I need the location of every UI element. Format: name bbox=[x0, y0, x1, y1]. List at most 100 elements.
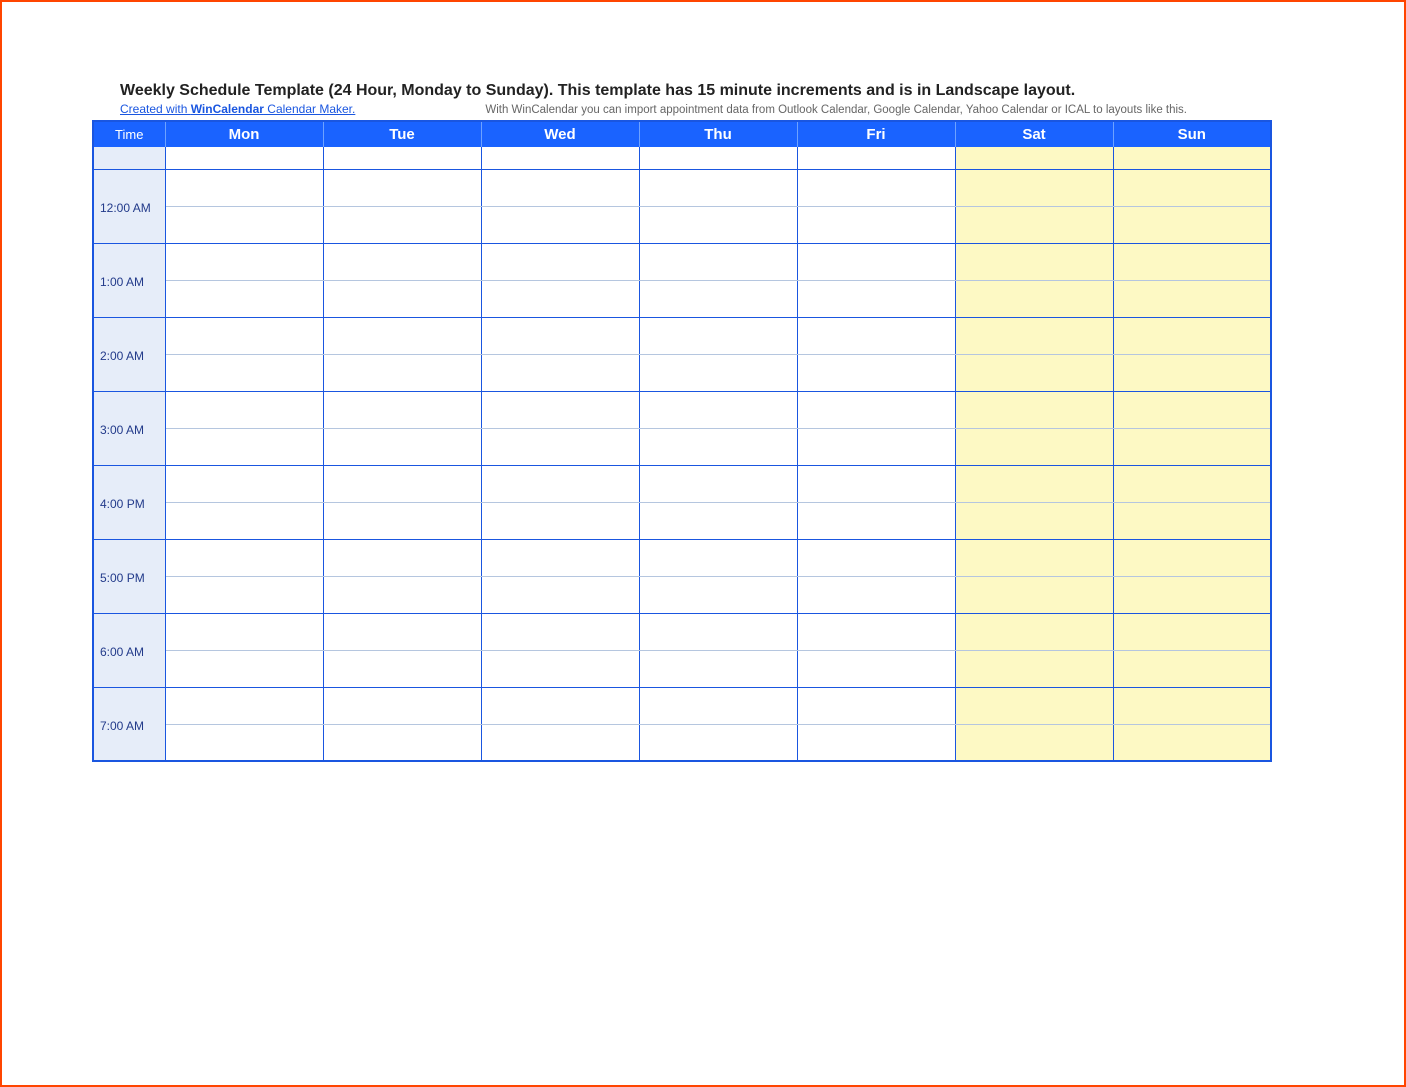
schedule-cell[interactable] bbox=[797, 576, 955, 613]
schedule-cell[interactable] bbox=[165, 687, 323, 724]
schedule-cell[interactable] bbox=[639, 539, 797, 576]
schedule-cell[interactable] bbox=[639, 576, 797, 613]
schedule-cell[interactable] bbox=[797, 502, 955, 539]
schedule-cell[interactable] bbox=[323, 613, 481, 650]
schedule-cell[interactable] bbox=[323, 576, 481, 613]
schedule-cell[interactable] bbox=[1113, 147, 1271, 169]
schedule-cell[interactable] bbox=[639, 687, 797, 724]
schedule-cell[interactable] bbox=[165, 539, 323, 576]
schedule-cell[interactable] bbox=[323, 243, 481, 280]
schedule-cell[interactable] bbox=[955, 465, 1113, 502]
schedule-cell[interactable] bbox=[639, 613, 797, 650]
schedule-cell[interactable] bbox=[955, 576, 1113, 613]
schedule-cell[interactable] bbox=[797, 206, 955, 243]
schedule-cell[interactable] bbox=[481, 206, 639, 243]
creator-link[interactable]: Created with WinCalendar Calendar Maker. bbox=[120, 102, 355, 116]
schedule-cell[interactable] bbox=[165, 243, 323, 280]
schedule-cell[interactable] bbox=[639, 465, 797, 502]
schedule-cell[interactable] bbox=[481, 502, 639, 539]
schedule-cell[interactable] bbox=[165, 465, 323, 502]
schedule-cell[interactable] bbox=[323, 206, 481, 243]
schedule-cell[interactable] bbox=[481, 465, 639, 502]
schedule-cell[interactable] bbox=[1113, 280, 1271, 317]
schedule-cell[interactable] bbox=[955, 147, 1113, 169]
schedule-cell[interactable] bbox=[639, 354, 797, 391]
schedule-cell[interactable] bbox=[639, 724, 797, 761]
schedule-cell[interactable] bbox=[481, 687, 639, 724]
schedule-cell[interactable] bbox=[165, 576, 323, 613]
schedule-cell[interactable] bbox=[323, 687, 481, 724]
schedule-cell[interactable] bbox=[165, 354, 323, 391]
schedule-cell[interactable] bbox=[797, 354, 955, 391]
schedule-cell[interactable] bbox=[323, 650, 481, 687]
schedule-cell[interactable] bbox=[481, 280, 639, 317]
schedule-cell[interactable] bbox=[797, 391, 955, 428]
schedule-cell[interactable] bbox=[165, 169, 323, 206]
schedule-cell[interactable] bbox=[1113, 243, 1271, 280]
schedule-cell[interactable] bbox=[1113, 687, 1271, 724]
schedule-cell[interactable] bbox=[481, 428, 639, 465]
schedule-cell[interactable] bbox=[955, 280, 1113, 317]
schedule-cell[interactable] bbox=[955, 724, 1113, 761]
schedule-cell[interactable] bbox=[1113, 354, 1271, 391]
schedule-cell[interactable] bbox=[323, 354, 481, 391]
schedule-cell[interactable] bbox=[955, 650, 1113, 687]
schedule-cell[interactable] bbox=[165, 428, 323, 465]
schedule-cell[interactable] bbox=[1113, 576, 1271, 613]
schedule-cell[interactable] bbox=[955, 317, 1113, 354]
schedule-cell[interactable] bbox=[639, 147, 797, 169]
schedule-cell[interactable] bbox=[797, 539, 955, 576]
schedule-cell[interactable] bbox=[955, 428, 1113, 465]
schedule-cell[interactable] bbox=[165, 280, 323, 317]
schedule-cell[interactable] bbox=[1113, 502, 1271, 539]
schedule-cell[interactable] bbox=[797, 465, 955, 502]
schedule-cell[interactable] bbox=[323, 502, 481, 539]
schedule-cell[interactable] bbox=[797, 280, 955, 317]
schedule-cell[interactable] bbox=[481, 317, 639, 354]
schedule-cell[interactable] bbox=[323, 280, 481, 317]
schedule-cell[interactable] bbox=[481, 724, 639, 761]
schedule-cell[interactable] bbox=[955, 391, 1113, 428]
schedule-cell[interactable] bbox=[1113, 724, 1271, 761]
schedule-cell[interactable] bbox=[1113, 391, 1271, 428]
schedule-cell[interactable] bbox=[481, 147, 639, 169]
schedule-cell[interactable] bbox=[797, 243, 955, 280]
schedule-cell[interactable] bbox=[955, 502, 1113, 539]
schedule-cell[interactable] bbox=[639, 502, 797, 539]
schedule-cell[interactable] bbox=[323, 428, 481, 465]
schedule-cell[interactable] bbox=[955, 539, 1113, 576]
schedule-cell[interactable] bbox=[955, 206, 1113, 243]
schedule-cell[interactable] bbox=[481, 650, 639, 687]
schedule-cell[interactable] bbox=[323, 391, 481, 428]
schedule-cell[interactable] bbox=[955, 243, 1113, 280]
schedule-cell[interactable] bbox=[797, 724, 955, 761]
schedule-cell[interactable] bbox=[639, 317, 797, 354]
schedule-cell[interactable] bbox=[955, 613, 1113, 650]
schedule-cell[interactable] bbox=[1113, 650, 1271, 687]
schedule-cell[interactable] bbox=[1113, 428, 1271, 465]
schedule-cell[interactable] bbox=[955, 687, 1113, 724]
schedule-cell[interactable] bbox=[165, 147, 323, 169]
schedule-cell[interactable] bbox=[639, 206, 797, 243]
schedule-cell[interactable] bbox=[639, 650, 797, 687]
schedule-cell[interactable] bbox=[481, 243, 639, 280]
schedule-cell[interactable] bbox=[797, 169, 955, 206]
schedule-cell[interactable] bbox=[481, 539, 639, 576]
schedule-cell[interactable] bbox=[165, 613, 323, 650]
schedule-cell[interactable] bbox=[1113, 465, 1271, 502]
schedule-cell[interactable] bbox=[165, 206, 323, 243]
schedule-cell[interactable] bbox=[323, 169, 481, 206]
schedule-cell[interactable] bbox=[639, 428, 797, 465]
schedule-cell[interactable] bbox=[639, 280, 797, 317]
schedule-cell[interactable] bbox=[1113, 613, 1271, 650]
schedule-cell[interactable] bbox=[797, 650, 955, 687]
schedule-cell[interactable] bbox=[639, 243, 797, 280]
schedule-cell[interactable] bbox=[797, 428, 955, 465]
schedule-cell[interactable] bbox=[1113, 539, 1271, 576]
schedule-cell[interactable] bbox=[1113, 169, 1271, 206]
schedule-cell[interactable] bbox=[955, 169, 1113, 206]
schedule-cell[interactable] bbox=[481, 391, 639, 428]
schedule-cell[interactable] bbox=[639, 169, 797, 206]
schedule-cell[interactable] bbox=[797, 687, 955, 724]
schedule-cell[interactable] bbox=[797, 147, 955, 169]
